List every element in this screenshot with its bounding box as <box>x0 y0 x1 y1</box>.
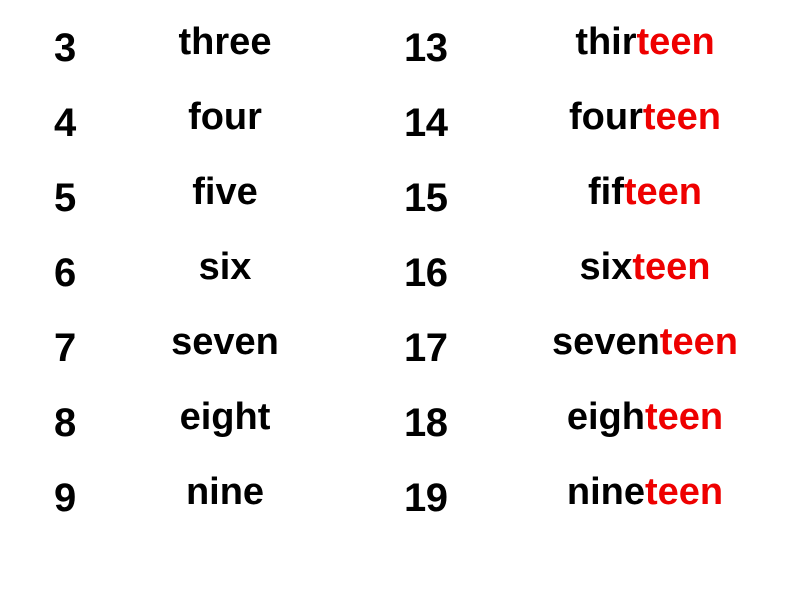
word-stem: seven <box>552 321 660 363</box>
row-group-units: 8 eight <box>0 387 390 459</box>
number-word: three <box>130 6 320 78</box>
numeral: 4 <box>54 101 76 145</box>
word-stem: six <box>198 246 252 288</box>
word-stem: seven <box>171 321 279 363</box>
row-group-teens: 18 eigh teen <box>390 387 794 459</box>
row-group-teens: 19 nine teen <box>390 462 794 534</box>
table-row: 8 eight 18 eigh teen <box>0 387 794 459</box>
numeral: 9 <box>54 476 76 520</box>
row-group-units: 6 six <box>0 237 390 309</box>
numeral: 6 <box>54 251 76 295</box>
numeral: 13 <box>404 26 448 70</box>
row-group-units: 5 five <box>0 162 390 234</box>
row-group-units: 4 four <box>0 87 390 159</box>
row-group-units: 3 three <box>0 12 390 84</box>
number-word: eigh teen <box>505 381 785 453</box>
table-row: 9 nine 19 nine teen <box>0 462 794 534</box>
word-stem: four <box>188 96 262 138</box>
table-row: 6 six 16 six teen <box>0 237 794 309</box>
number-word: four teen <box>505 81 785 153</box>
number-word: eight <box>130 381 320 453</box>
numeral: 8 <box>54 401 76 445</box>
word-suffix: teen <box>623 171 702 213</box>
number-word: four <box>130 81 320 153</box>
row-group-units: 7 seven <box>0 312 390 384</box>
numeral: 17 <box>404 326 448 370</box>
word-stem: five <box>192 171 258 213</box>
table-row: 5 five 15 fif teen <box>0 162 794 234</box>
numeral: 7 <box>54 326 76 370</box>
number-word: fif teen <box>505 156 785 228</box>
row-group-teens: 14 four teen <box>390 87 794 159</box>
row-group-teens: 17 seven teen <box>390 312 794 384</box>
number-word: six <box>130 231 320 303</box>
row-group-teens: 16 six teen <box>390 237 794 309</box>
word-stem: fif <box>587 171 624 213</box>
word-stem: nine <box>566 471 645 513</box>
word-stem: eigh <box>566 396 645 438</box>
word-stem: thir <box>575 21 637 63</box>
word-stem: four <box>568 96 643 138</box>
word-suffix: teen <box>644 471 724 513</box>
number-words-slide: 3 three 13 thir teen 4 four 14 four teen 5… <box>0 0 794 596</box>
word-suffix: teen <box>632 246 711 288</box>
word-suffix: teen <box>644 396 724 438</box>
word-stem: six <box>579 246 633 288</box>
numeral: 14 <box>404 101 448 145</box>
table-row: 7 seven 17 seven teen <box>0 312 794 384</box>
word-suffix: teen <box>642 96 721 138</box>
number-word: seven <box>130 306 320 378</box>
number-word: nine <box>130 456 320 528</box>
numeral: 15 <box>404 176 448 220</box>
numeral: 5 <box>54 176 76 220</box>
table-row: 4 four 14 four teen <box>0 87 794 159</box>
number-word: thir teen <box>505 6 785 78</box>
row-group-teens: 13 thir teen <box>390 12 794 84</box>
number-word: five <box>130 156 320 228</box>
word-stem: three <box>178 21 272 63</box>
number-word: nine teen <box>505 456 785 528</box>
row-group-teens: 15 fif teen <box>390 162 794 234</box>
number-word: six teen <box>505 231 785 303</box>
word-suffix: teen <box>659 321 738 363</box>
word-stem: nine <box>185 471 265 513</box>
number-word: seven teen <box>505 306 785 378</box>
numeral: 18 <box>404 401 448 445</box>
word-stem: eight <box>179 396 271 438</box>
numeral: 16 <box>404 251 448 295</box>
row-group-units: 9 nine <box>0 462 390 534</box>
table-row: 3 three 13 thir teen <box>0 12 794 84</box>
numeral: 3 <box>54 26 76 70</box>
word-suffix: teen <box>636 21 715 63</box>
numeral: 19 <box>404 476 448 520</box>
